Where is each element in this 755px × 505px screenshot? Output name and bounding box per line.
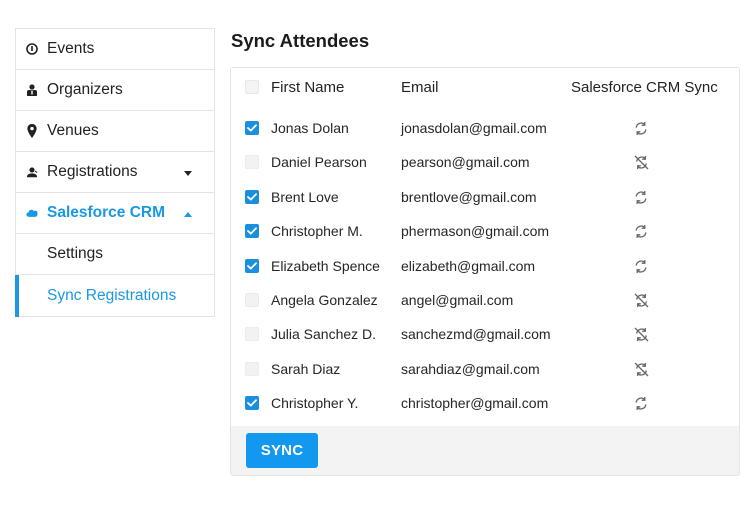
sync-icon[interactable] <box>631 395 651 411</box>
table-body: First Name Email Salesforce CRM Sync Jon… <box>231 68 739 426</box>
first-name-cell: Julia Sanchez D. <box>271 326 377 342</box>
sidebar-item-label: Events <box>47 40 95 57</box>
table-row[interactable]: Brent Love brentlove@gmail.com <box>231 180 739 214</box>
table-row[interactable]: Elizabeth Spence elizabeth@gmail.com <box>231 249 739 283</box>
table-row[interactable]: Angela Gonzalez angel@gmail.com <box>231 283 739 317</box>
email-cell: christopher@gmail.com <box>401 395 549 411</box>
sidebar-subitem-label: Sync Registrations <box>47 286 177 304</box>
email-cell: sarahdiaz@gmail.com <box>401 361 540 377</box>
column-header-email[interactable]: Email <box>401 79 439 96</box>
caret-down-icon[interactable] <box>184 163 192 181</box>
sync-icon[interactable] <box>631 189 651 205</box>
map-pin-icon <box>26 124 38 138</box>
sidebar-subitem-label: Settings <box>47 245 104 262</box>
table-row[interactable]: Jonas Dolan jonasdolan@gmail.com <box>231 111 739 145</box>
sidebar-item-registrations[interactable]: Registrations <box>16 152 214 193</box>
sync-disabled-icon[interactable] <box>631 361 651 377</box>
sidebar-subitem-settings[interactable]: Settings <box>16 234 214 275</box>
sync-disabled-icon[interactable] <box>631 154 651 170</box>
row-checkbox[interactable] <box>245 293 259 307</box>
info-circle-icon <box>26 42 38 56</box>
row-checkbox[interactable] <box>245 396 259 410</box>
row-checkbox[interactable] <box>245 362 259 376</box>
table-row[interactable]: Julia Sanchez D. sanchezmd@gmail.com <box>231 317 739 351</box>
row-checkbox[interactable] <box>245 121 259 135</box>
attendees-table: First Name Email Salesforce CRM Sync Jon… <box>230 67 740 476</box>
first-name-cell: Elizabeth Spence <box>271 258 380 274</box>
email-cell: brentlove@gmail.com <box>401 189 537 205</box>
sidebar-item-salesforce-crm[interactable]: Salesforce CRM <box>16 193 214 234</box>
email-cell: sanchezmd@gmail.com <box>401 326 551 342</box>
sidebar-item-venues[interactable]: Venues <box>16 111 214 152</box>
select-all-checkbox[interactable] <box>245 80 259 94</box>
first-name-cell: Angela Gonzalez <box>271 292 378 308</box>
email-cell: angel@gmail.com <box>401 292 514 308</box>
sidebar-item-events[interactable]: Events <box>16 29 214 70</box>
sidebar-item-label: Registrations <box>47 163 138 180</box>
email-cell: elizabeth@gmail.com <box>401 258 536 274</box>
sidebar-item-label: Venues <box>47 122 99 139</box>
sync-icon[interactable] <box>631 258 651 274</box>
sync-button[interactable]: SYNC <box>246 433 318 468</box>
sync-disabled-icon[interactable] <box>631 292 651 308</box>
column-header-crm-sync[interactable]: Salesforce CRM Sync <box>571 79 718 96</box>
sidebar-item-organizers[interactable]: Organizers <box>16 70 214 111</box>
row-checkbox[interactable] <box>245 327 259 341</box>
first-name-cell: Daniel Pearson <box>271 154 367 170</box>
salesforce-cloud-icon <box>26 206 38 220</box>
email-cell: pearson@gmail.com <box>401 154 530 170</box>
row-checkbox[interactable] <box>245 259 259 273</box>
sync-icon[interactable] <box>631 223 651 239</box>
page-title: Sync Attendees <box>231 30 370 51</box>
sidebar-nav: Events Organizers Venues Registrations S… <box>15 28 215 317</box>
caret-up-icon[interactable] <box>184 204 192 222</box>
sidebar-item-label: Salesforce CRM <box>47 204 166 221</box>
table-header-row: First Name Email Salesforce CRM Sync <box>231 68 739 106</box>
sidebar-subitem-sync-registrations[interactable]: Sync Registrations <box>15 275 214 317</box>
organizer-person-icon <box>26 83 38 97</box>
first-name-cell: Christopher Y. <box>271 395 359 411</box>
column-header-first-name[interactable]: First Name <box>271 79 344 96</box>
first-name-cell: Brent Love <box>271 189 339 205</box>
sync-icon[interactable] <box>631 120 651 136</box>
user-group-icon <box>26 165 38 179</box>
first-name-cell: Sarah Diaz <box>271 361 341 377</box>
table-row[interactable]: Christopher M. phermason@gmail.com <box>231 214 739 248</box>
row-checkbox[interactable] <box>245 224 259 238</box>
first-name-cell: Jonas Dolan <box>271 120 349 136</box>
table-row[interactable]: Christopher Y. christopher@gmail.com <box>231 386 739 420</box>
table-row[interactable]: Daniel Pearson pearson@gmail.com <box>231 145 739 179</box>
sync-disabled-icon[interactable] <box>631 326 651 342</box>
sidebar-item-label: Organizers <box>47 81 123 98</box>
email-cell: jonasdolan@gmail.com <box>401 120 547 136</box>
row-checkbox[interactable] <box>245 190 259 204</box>
email-cell: phermason@gmail.com <box>401 223 550 239</box>
table-row[interactable]: Sarah Diaz sarahdiaz@gmail.com <box>231 352 739 386</box>
first-name-cell: Christopher M. <box>271 223 363 239</box>
row-checkbox[interactable] <box>245 155 259 169</box>
